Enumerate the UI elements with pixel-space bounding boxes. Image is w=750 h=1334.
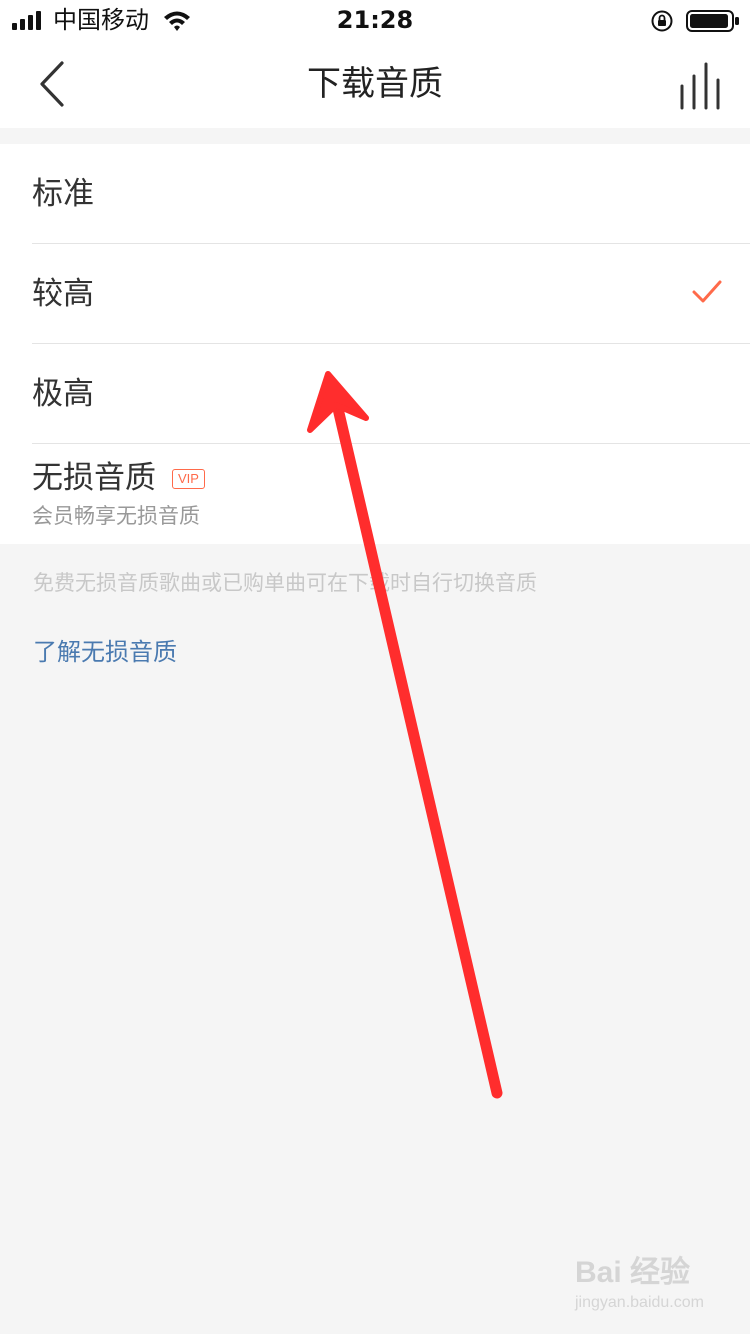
option-subtitle: 会员畅享无损音质 (32, 504, 200, 528)
option-label: 较高 (32, 276, 94, 312)
status-bar: 中国移动 21:28 (0, 0, 750, 40)
quality-option-standard[interactable]: 标准 (32, 144, 750, 244)
playing-equalizer-icon[interactable] (676, 60, 728, 110)
quality-option-lossless[interactable]: 无损音质 VIP 会员畅享无损音质 (32, 444, 750, 544)
vip-badge: VIP (172, 469, 205, 489)
watermark-main: Bai 经验 (575, 1256, 691, 1289)
option-label: 无损音质 (32, 460, 156, 496)
rotation-lock-icon (651, 10, 673, 32)
clock: 21:28 (336, 6, 414, 34)
footnote-text: 免费无损音质歌曲或已购单曲可在下载时自行切换音质 (33, 571, 537, 595)
quality-option-high[interactable]: 较高 (32, 244, 750, 344)
quality-option-very-high[interactable]: 极高 (32, 344, 750, 444)
nav-bar: 下载音质 (0, 40, 750, 128)
watermark-logo: Bai 经验 jingyan.baidu.com (575, 1255, 725, 1325)
watermark-sub: jingyan.baidu.com (575, 1294, 704, 1311)
checkmark-icon (692, 280, 722, 303)
option-label: 极高 (32, 376, 94, 412)
option-label: 标准 (32, 176, 94, 212)
battery-icon (686, 10, 739, 32)
quality-options-list: 标准 较高 极高 无损音质 VIP 会员畅享无损音质 (0, 144, 750, 544)
learn-lossless-link[interactable]: 了解无损音质 (33, 636, 177, 668)
page-title: 下载音质 (307, 64, 443, 104)
